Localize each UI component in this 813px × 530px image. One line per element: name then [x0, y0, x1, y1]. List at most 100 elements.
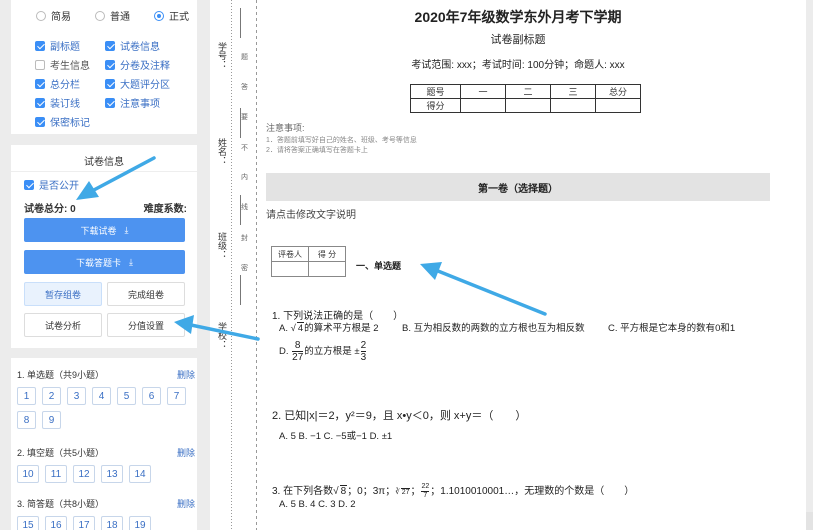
question-number[interactable]: 10 [17, 465, 39, 483]
checkbox-public[interactable]: 是否公开 [24, 179, 79, 192]
stem-text: ； [410, 486, 421, 497]
edit-description[interactable]: 请点击修改文字说明 [266, 206, 356, 221]
question-number[interactable]: 2 [42, 387, 61, 405]
checkbox-label: 副标题 [50, 42, 80, 53]
question-number[interactable]: 17 [73, 516, 95, 530]
question-number[interactable]: 9 [42, 411, 61, 429]
question-group-fill: 2. 填空题（共5小题） 删除 10 11 12 13 14 [17, 446, 195, 483]
checkbox-indicator [105, 59, 115, 70]
question-number[interactable]: 13 [101, 465, 123, 483]
download-answer-sheet-button[interactable]: 下载答题卡 ⤓ [24, 250, 185, 274]
fill-line [240, 8, 241, 38]
question-number[interactable]: 8 [17, 411, 36, 429]
question-number[interactable]: 18 [101, 516, 123, 530]
question-number[interactable]: 4 [92, 387, 111, 405]
question-number: 3. [272, 486, 281, 497]
checkbox-label: 试卷信息 [120, 42, 160, 53]
checkbox-label: 大题评分区 [120, 80, 170, 91]
group-title: 2. 填空题（共5小题） [17, 448, 105, 458]
seal-char: 要 [241, 114, 248, 121]
option-d: D. 8 27 的立方根是 ±2 3 [279, 340, 367, 363]
exam-subtitle[interactable]: 试卷副标题 [266, 31, 770, 47]
analysis-button[interactable]: 试卷分析 [24, 313, 102, 337]
sqrt-icon: √ [333, 486, 339, 497]
button-label: 暂存组卷 [44, 289, 81, 300]
button-label: 下载试卷 [80, 225, 117, 236]
checkbox-indicator [35, 40, 45, 51]
checkbox-confidential[interactable]: 保密标记 [35, 116, 105, 129]
radio-normal[interactable]: 普通 [95, 8, 130, 23]
question-stem[interactable]: 2. 已知|x|＝2，y²＝9，且 x•y＜0，则 x+y＝（ ） [272, 407, 526, 423]
finish-button[interactable]: 完成组卷 [107, 282, 185, 306]
section-title[interactable]: 一、单选题 [356, 259, 401, 272]
question-group-short-answer: 3. 简答题（共8小题） 删除 15 16 17 18 19 [17, 497, 195, 530]
grader-cell [308, 261, 346, 277]
seal-char: 密 [241, 265, 248, 272]
delete-group-button[interactable]: 删除 [177, 497, 195, 510]
question-number[interactable]: 12 [73, 465, 95, 483]
question-number[interactable]: 19 [129, 516, 151, 530]
question-group-single: 1. 单选题（共9小题） 删除 1 2 3 4 5 6 7 8 9 [17, 368, 195, 429]
notice-title[interactable]: 注意事项: [266, 121, 305, 134]
grader-cell: 评卷人 [271, 246, 309, 262]
scrollbar[interactable] [806, 512, 813, 530]
display-options: 副标题 试卷信息 考生信息 分卷及注释 总分栏 大题评分区 装订线 注意事项 保… [35, 40, 195, 129]
question-number[interactable]: 14 [129, 465, 151, 483]
option-c: C. 平方根是它本身的数有0和1 [608, 323, 736, 334]
delete-group-button[interactable]: 删除 [177, 446, 195, 459]
checkbox-student-info[interactable]: 考生信息 [35, 59, 105, 72]
download-icon: ⤓ [124, 224, 129, 235]
checkbox-total-score[interactable]: 总分栏 [35, 78, 105, 91]
checkbox-notice[interactable]: 注意事项 [105, 97, 195, 110]
question-number[interactable]: 7 [167, 387, 186, 405]
question-stem[interactable]: 3. 在下列各数√ 8；0；3π；∛ 27； 22 7 ；1.1010010001…，无理… [272, 482, 634, 500]
question-numbers: 1 2 3 4 5 6 7 8 9 [17, 387, 195, 429]
seal-char: 题 [241, 54, 248, 61]
checkbox-paper-info[interactable]: 试卷信息 [105, 40, 195, 53]
group-title: 3. 简答题（共8小题） [17, 499, 105, 509]
exam-info[interactable]: 考试范围: xxx；考试时间: 100分钟；命题人: xxx [266, 56, 770, 71]
score-cell [460, 98, 506, 113]
save-draft-button[interactable]: 暂存组卷 [24, 282, 102, 306]
exam-title[interactable]: 2020年7年级数学东外月考下学期 [266, 7, 770, 27]
numerator: 2 [360, 340, 367, 351]
question-options: A. 5 B. 4 C. 3 D. 2 [279, 499, 356, 510]
radio-simple[interactable]: 简易 [36, 8, 71, 23]
layout-settings-panel: 简易 普通 正式 副标题 试卷信息 考生信息 分卷及注释 总分栏 大题评分区 装… [11, 0, 197, 134]
denominator: 7 [423, 491, 428, 499]
radio-label: 正式 [169, 12, 189, 23]
score-cell [595, 98, 641, 113]
paper-preview: 学号： 姓名： 班级： 学校： 题 答 要 不 内 线 封 密 2020年7年级… [210, 0, 806, 530]
question-number[interactable]: 11 [45, 465, 67, 483]
part-title[interactable]: 第一卷（选择题） [266, 173, 770, 201]
checkbox-indicator [24, 179, 34, 190]
score-setting-button[interactable]: 分值设置 [107, 313, 185, 337]
binding-margin: 学号： 姓名： 班级： 学校： 题 答 要 不 内 线 封 密 [210, 0, 257, 530]
question-number[interactable]: 5 [117, 387, 136, 405]
seal-char: 答 [241, 84, 248, 91]
checkbox-grading-area[interactable]: 大题评分区 [105, 78, 195, 91]
checkbox-label: 保密标记 [50, 118, 90, 129]
question-number[interactable]: 15 [17, 516, 39, 530]
button-label: 分值设置 [127, 320, 164, 331]
checkbox-label: 考生信息 [50, 61, 90, 72]
checkbox-subtitle[interactable]: 副标题 [35, 40, 105, 53]
question-number[interactable]: 3 [67, 387, 86, 405]
fraction: 22 7 [421, 483, 430, 500]
checkbox-indicator [105, 78, 115, 89]
checkbox-volume-notes[interactable]: 分卷及注释 [105, 59, 195, 72]
grader-table: 评卷人得 分 [271, 246, 346, 277]
download-paper-button[interactable]: 下载试卷 ⤓ [24, 218, 185, 242]
score-table: 题号 一 二 三 总分 得分 [410, 84, 641, 113]
checkbox-binding-line[interactable]: 装订线 [35, 97, 105, 110]
notice-line: 2．请将答案正确填写在答题卡上 [266, 147, 368, 154]
radio-formal[interactable]: 正式 [154, 8, 189, 23]
difficulty: 难度系数: [143, 204, 187, 215]
name-label: 姓名： [217, 138, 227, 165]
question-number[interactable]: 1 [17, 387, 36, 405]
seal-char: 封 [241, 235, 248, 242]
question-number[interactable]: 6 [142, 387, 161, 405]
option-a: A. √ 4的算术平方根是 2 [279, 320, 379, 334]
question-number[interactable]: 16 [45, 516, 67, 530]
delete-group-button[interactable]: 删除 [177, 368, 195, 381]
